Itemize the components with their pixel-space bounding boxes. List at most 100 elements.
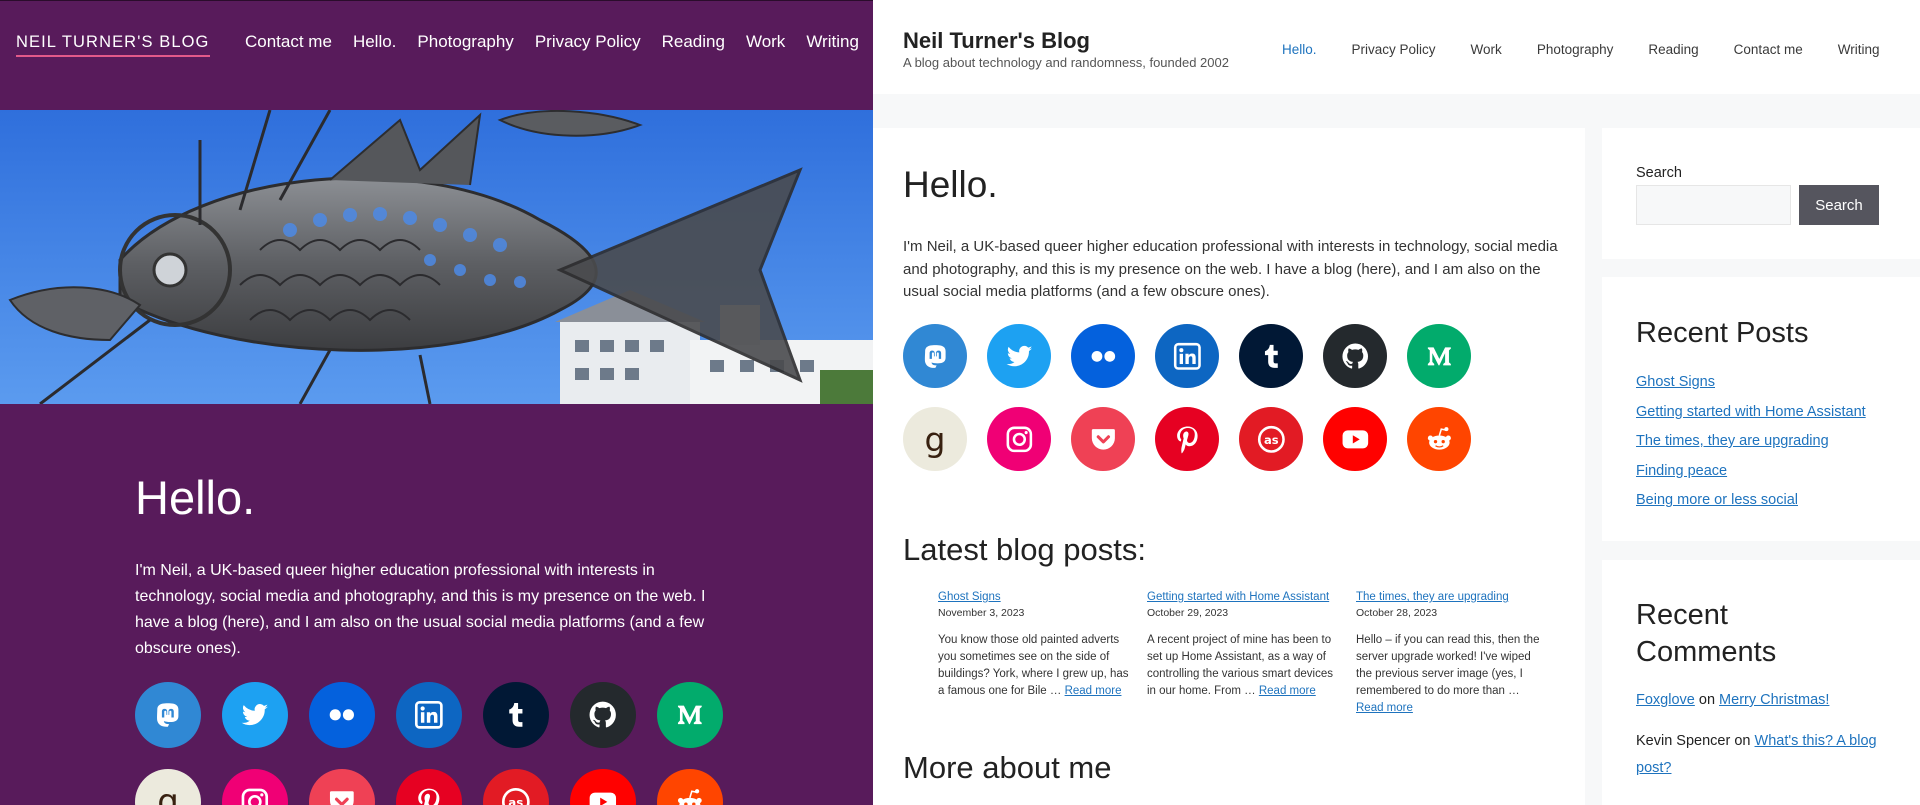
search-button[interactable]: Search <box>1799 185 1879 225</box>
medium-icon[interactable] <box>1407 324 1471 388</box>
mastodon-icon[interactable] <box>903 324 967 388</box>
intro-text: I'm Neil, a UK-based queer higher educat… <box>135 562 706 657</box>
search-input[interactable] <box>1636 185 1791 225</box>
read-more-link[interactable]: Read more <box>1259 685 1316 697</box>
recent-post-link[interactable]: Finding peace <box>1636 457 1866 487</box>
lastfm-icon[interactable]: as <box>1239 407 1303 471</box>
post-excerpt: You know those old painted adverts you s… <box>938 632 1131 700</box>
latest-posts-list: Ghost Signs November 3, 2023 You know th… <box>938 590 1549 717</box>
post-card: Getting started with Home Assistant Octo… <box>1147 590 1340 717</box>
site-brand-link[interactable]: NEIL TURNER'S BLOG <box>16 33 210 57</box>
social-icons: g as <box>135 682 723 805</box>
site-tagline: A blog about technology and randomness, … <box>903 55 1229 70</box>
nav-item-reading[interactable]: Reading <box>1648 42 1698 57</box>
recent-comments-heading: Recent Comments <box>1636 599 1777 668</box>
read-more-link[interactable]: Read more <box>1065 685 1122 697</box>
theme-preview-purple: NEIL TURNER'S BLOG Contact me Hello. Pho… <box>0 0 873 805</box>
recent-posts-list: Ghost Signs Getting started with Home As… <box>1636 368 1866 516</box>
recent-post-link[interactable]: Being more or less social <box>1636 486 1866 516</box>
hero-image-fish-sculpture <box>0 110 873 404</box>
goodreads-icon[interactable]: g <box>903 407 967 471</box>
goodreads-icon[interactable]: g <box>135 769 201 805</box>
nav-item-writing[interactable]: Writing <box>1838 42 1880 57</box>
nav-item-privacy-policy[interactable]: Privacy Policy <box>1352 42 1436 57</box>
nav-item-work[interactable]: Work <box>746 32 785 52</box>
github-icon[interactable] <box>570 682 636 748</box>
recent-comment: Foxglove on Merry Christmas! <box>1636 687 1906 714</box>
site-title-link[interactable]: Neil Turner's Blog <box>903 28 1090 54</box>
comment-on-text: on <box>1734 733 1751 749</box>
recent-posts-heading: Recent Posts <box>1636 317 1809 349</box>
post-date: October 29, 2023 <box>1147 607 1229 619</box>
post-excerpt: Hello – if you can read this, then the s… <box>1356 632 1549 717</box>
linkedin-icon[interactable] <box>1155 324 1219 388</box>
post-date: October 28, 2023 <box>1356 607 1438 619</box>
comment-on-text: on <box>1698 692 1716 708</box>
pocket-icon[interactable] <box>1071 407 1135 471</box>
flickr-icon[interactable] <box>309 682 375 748</box>
post-excerpt-text: Hello – if you can read this, then the s… <box>1356 634 1540 697</box>
main-nav: Contact me Hello. Photography Privacy Po… <box>245 32 859 52</box>
comment-post-link[interactable]: Merry Christmas! <box>1719 692 1829 708</box>
search-widget: Search Search <box>1602 128 1920 259</box>
recent-posts-widget: Recent Posts Ghost Signs Getting started… <box>1602 277 1920 541</box>
nav-item-contact-me[interactable]: Contact me <box>245 32 332 52</box>
instagram-icon[interactable] <box>222 769 288 805</box>
comment-author-link[interactable]: Foxglove <box>1636 692 1695 708</box>
intro-text: I'm Neil, a UK-based queer higher educat… <box>903 238 1558 300</box>
nav-item-photography[interactable]: Photography <box>417 32 513 52</box>
theme-preview-light: Neil Turner's Blog A blog about technolo… <box>873 0 1920 805</box>
lastfm-icon[interactable]: as <box>483 769 549 805</box>
top-border <box>0 0 873 1</box>
tumblr-icon[interactable] <box>483 682 549 748</box>
nav-item-hello[interactable]: Hello. <box>353 32 396 52</box>
linkedin-icon[interactable] <box>396 682 462 748</box>
instagram-icon[interactable] <box>987 407 1051 471</box>
reddit-icon[interactable] <box>657 769 723 805</box>
search-label: Search <box>1636 165 1682 181</box>
post-card: Ghost Signs November 3, 2023 You know th… <box>938 590 1131 717</box>
more-about-me-heading: More about me <box>903 750 1112 785</box>
latest-posts-heading: Latest blog posts: <box>903 532 1146 567</box>
post-date: November 3, 2023 <box>938 607 1025 619</box>
nav-item-contact-me[interactable]: Contact me <box>1734 42 1803 57</box>
recent-post-link[interactable]: Getting started with Home Assistant <box>1636 398 1866 428</box>
main-nav: Hello. Privacy Policy Work Photography R… <box>1282 42 1879 57</box>
twitter-icon[interactable] <box>222 682 288 748</box>
comment-author: Kevin Spencer <box>1636 733 1731 749</box>
post-card: The times, they are upgrading October 28… <box>1356 590 1549 717</box>
read-more-link[interactable]: Read more <box>1356 702 1413 714</box>
nav-item-photography[interactable]: Photography <box>1537 42 1614 57</box>
svg-text:as: as <box>1264 432 1279 446</box>
main-content: Hello. I'm Neil, a UK-based queer higher… <box>873 128 1585 805</box>
recent-post-link[interactable]: The times, they are upgrading <box>1636 427 1866 457</box>
medium-icon[interactable] <box>657 682 723 748</box>
recent-comments-widget: Recent Comments Foxglove on Merry Christ… <box>1602 560 1920 805</box>
twitter-icon[interactable] <box>987 324 1051 388</box>
recent-comment: Kevin Spencer on What's this? A blog pos… <box>1636 728 1906 782</box>
youtube-icon[interactable] <box>1323 407 1387 471</box>
pinterest-icon[interactable] <box>1155 407 1219 471</box>
nav-item-privacy-policy[interactable]: Privacy Policy <box>535 32 641 52</box>
page-title: Hello. <box>903 164 998 205</box>
post-title-link[interactable]: Ghost Signs <box>938 590 1131 605</box>
page-title: Hello. <box>135 471 256 524</box>
nav-item-hello[interactable]: Hello. <box>1282 42 1317 57</box>
post-title-link[interactable]: The times, they are upgrading <box>1356 590 1549 605</box>
recent-post-link[interactable]: Ghost Signs <box>1636 368 1866 398</box>
mastodon-icon[interactable] <box>135 682 201 748</box>
nav-item-writing[interactable]: Writing <box>806 32 859 52</box>
site-header: Neil Turner's Blog A blog about technolo… <box>873 0 1920 94</box>
nav-item-reading[interactable]: Reading <box>662 32 725 52</box>
youtube-icon[interactable] <box>570 769 636 805</box>
svg-text:as: as <box>508 796 523 805</box>
tumblr-icon[interactable] <box>1239 324 1303 388</box>
flickr-icon[interactable] <box>1071 324 1135 388</box>
github-icon[interactable] <box>1323 324 1387 388</box>
reddit-icon[interactable] <box>1407 407 1471 471</box>
nav-item-work[interactable]: Work <box>1471 42 1502 57</box>
post-title-link[interactable]: Getting started with Home Assistant <box>1147 590 1340 605</box>
pinterest-icon[interactable] <box>396 769 462 805</box>
social-icons: g as <box>903 324 1471 471</box>
pocket-icon[interactable] <box>309 769 375 805</box>
